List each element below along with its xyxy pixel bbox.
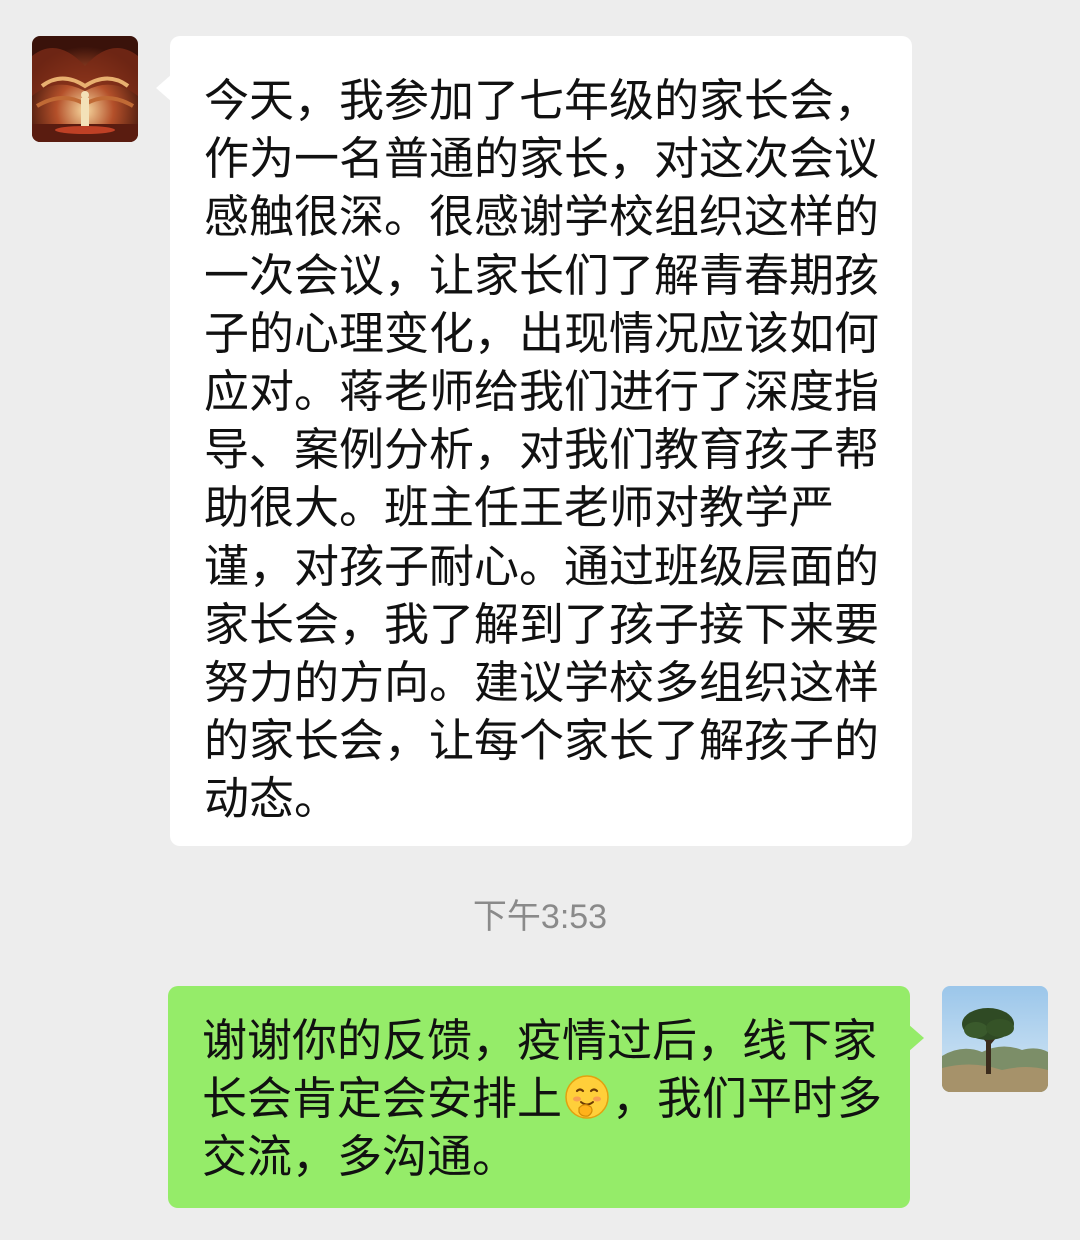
incoming-message-bubble[interactable]: 今天，我参加了七年级的家长会， 作为一名普通的家长，对这次会议 感触很深。很感谢… <box>156 36 912 846</box>
message-line: 感触很深。很感谢学校组织这样的 <box>204 190 880 244</box>
message-line: 努力的方向。建议学校多组织这样 <box>204 656 880 710</box>
tree-landscape-avatar-image <box>942 986 1048 1092</box>
message-line: 谨，对孩子耐心。通过班级层面的 <box>204 539 880 593</box>
message-line: 今天，我参加了七年级的家长会， <box>204 74 880 127</box>
message-line: 应对。蒋老师给我们进行了深度指 <box>204 365 880 419</box>
message-line: 长会肯定会安排上 ，我们平时多 <box>202 1070 883 1128</box>
message-line: 一次会议，让家长们了解青春期孩 <box>204 248 880 302</box>
message-line: 作为一名普通的家长，对这次会议 <box>204 132 880 186</box>
message-text-segment: ，我们平时多 <box>612 1072 883 1126</box>
message-text-segment: 长会肯定会安排上 <box>202 1072 563 1126</box>
message-line: 动态。 <box>204 772 340 826</box>
message-line: 助很大。班主任王老师对教学严 <box>204 481 835 535</box>
theatre-stage-avatar-image <box>32 36 138 142</box>
message-line: 交流，多沟通。 <box>202 1130 518 1184</box>
message-line: 导、案例分析，对我们教育孩子帮 <box>204 423 880 477</box>
outgoing-message-bubble[interactable]: 谢谢你的反馈，疫情过后，线下家 长会肯定会安排上 ，我们平时多 交流，多沟通。 <box>168 986 924 1208</box>
shy-smile-emoji-icon <box>565 1075 609 1119</box>
my-avatar[interactable] <box>942 986 1048 1092</box>
message-line: 子的心理变化，出现情况应该如何 <box>204 306 880 360</box>
message-line: 谢谢你的反馈，疫情过后，线下家 <box>202 1014 878 1067</box>
message-line: 的家长会，让每个家长了解孩子的 <box>204 714 880 768</box>
message-line: 家长会，我了解到了孩子接下来要 <box>204 597 880 651</box>
message-timestamp: 下午3:53 <box>472 898 608 936</box>
sender-avatar[interactable] <box>32 36 138 142</box>
chat-view: 今天，我参加了七年级的家长会， 作为一名普通的家长，对这次会议 感触很深。很感谢… <box>0 0 1080 1240</box>
